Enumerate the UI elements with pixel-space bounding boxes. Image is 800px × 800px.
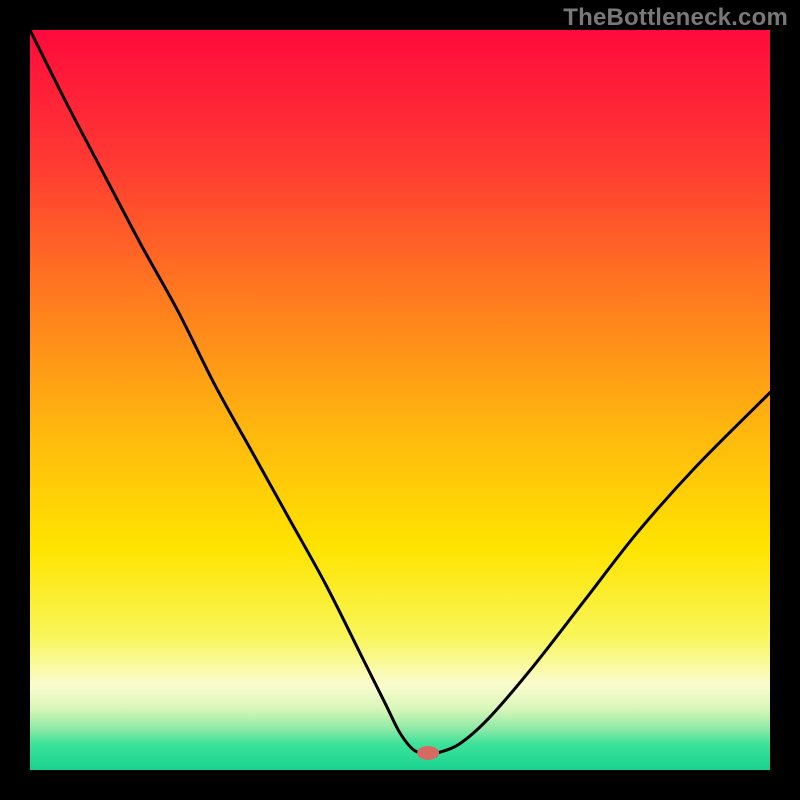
watermark-text: TheBottleneck.com: [563, 4, 788, 32]
outer-frame: TheBottleneck.com: [0, 0, 800, 800]
chart-canvas: [30, 30, 770, 770]
optimum-marker: [417, 746, 439, 760]
chart-background: [30, 30, 770, 770]
